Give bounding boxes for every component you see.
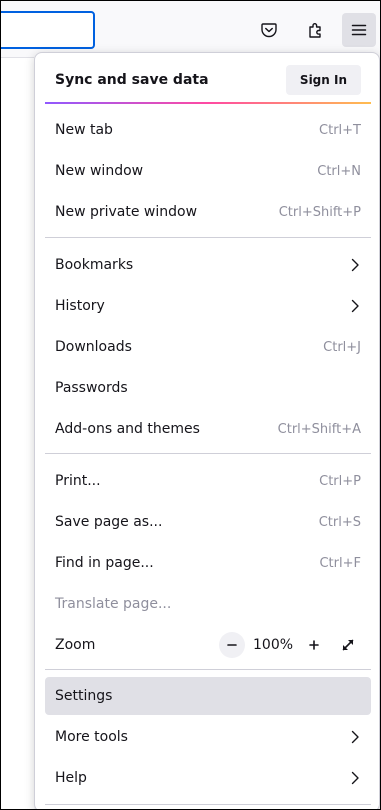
menu-item-label: Zoom (55, 637, 96, 653)
app-menu-button[interactable] (342, 13, 376, 47)
menu-item-downloads[interactable]: Downloads Ctrl+J (45, 328, 371, 366)
pocket-button[interactable] (252, 13, 286, 47)
zoom-out-button[interactable] (219, 632, 245, 658)
menu-item-find-in-page[interactable]: Find in page... Ctrl+F (45, 544, 371, 582)
app-menu-panel: Sync and save data Sign In New tab Ctrl+… (34, 52, 380, 809)
browser-window: Sync and save data Sign In New tab Ctrl+… (0, 0, 381, 810)
minus-icon (227, 644, 237, 646)
menu-item-label: Find in page... (55, 555, 154, 571)
separator (45, 453, 371, 454)
shortcut-label: Ctrl+P (319, 473, 361, 489)
hamburger-menu-icon (351, 24, 367, 36)
menu-item-label: Translate page... (55, 596, 172, 612)
chevron-right-icon (349, 771, 361, 785)
extensions-button[interactable] (299, 13, 333, 47)
menu-item-label: More tools (55, 729, 128, 745)
menu-item-add-ons-and-themes[interactable]: Add-ons and themes Ctrl+Shift+A (45, 410, 371, 448)
menu-item-label: Help (55, 770, 87, 786)
menu-item-new-private-window[interactable]: New private window Ctrl+Shift+P (45, 193, 371, 231)
zoom-controls: 100% (219, 632, 361, 658)
menu-item-label: New tab (55, 122, 113, 138)
sync-gradient-divider (45, 102, 371, 104)
separator (45, 804, 371, 805)
menu-item-label: New window (55, 163, 144, 179)
page-content-area (1, 57, 34, 809)
menu-item-label: New private window (55, 204, 198, 220)
zoom-in-button[interactable] (301, 632, 327, 658)
sign-in-button[interactable]: Sign In (285, 65, 361, 95)
menu-item-save-page-as[interactable]: Save page as... Ctrl+S (45, 503, 371, 541)
zoom-reset-button[interactable]: 100% (253, 637, 293, 653)
menu-item-more-tools[interactable]: More tools (45, 718, 371, 756)
menu-item-label: History (55, 298, 105, 314)
shortcut-label: Ctrl+T (319, 122, 361, 138)
chevron-right-icon (349, 730, 361, 744)
fullscreen-icon (342, 639, 354, 651)
menu-item-passwords[interactable]: Passwords (45, 369, 371, 407)
shortcut-label: Ctrl+S (318, 514, 361, 530)
shortcut-label: Ctrl+J (323, 339, 361, 355)
menu-item-label: Passwords (55, 380, 128, 396)
shortcut-label: Ctrl+F (319, 555, 361, 571)
extensions-icon (309, 23, 321, 38)
menu-item-label: Bookmarks (55, 257, 134, 273)
separator (45, 669, 371, 670)
menu-item-print[interactable]: Print... Ctrl+P (45, 462, 371, 500)
fullscreen-button[interactable] (335, 632, 361, 658)
menu-item-settings[interactable]: Settings (45, 677, 371, 715)
separator (45, 237, 371, 238)
shortcut-label: Ctrl+Shift+A (277, 421, 361, 437)
menu-item-new-window[interactable]: New window Ctrl+N (45, 152, 371, 190)
menu-item-label: Print... (55, 473, 101, 489)
menu-item-label: Settings (55, 688, 113, 704)
menu-item-zoom: Zoom 100% (45, 626, 371, 664)
menu-item-bookmarks[interactable]: Bookmarks (45, 246, 371, 284)
chevron-right-icon (349, 258, 361, 272)
menu-item-translate-page: Translate page... (45, 585, 371, 623)
sync-label: Sync and save data (55, 72, 209, 88)
shortcut-label: Ctrl+N (317, 163, 361, 179)
menu-item-label: Downloads (55, 339, 132, 355)
plus-icon (309, 640, 319, 650)
chevron-right-icon (349, 299, 361, 313)
toolbar (1, 1, 380, 57)
menu-item-history[interactable]: History (45, 287, 371, 325)
sync-row: Sync and save data Sign In (45, 61, 371, 99)
address-bar[interactable] (1, 11, 95, 49)
menu-item-label: Add-ons and themes (55, 421, 200, 437)
menu-item-new-tab[interactable]: New tab Ctrl+T (45, 111, 371, 149)
shortcut-label: Ctrl+Shift+P (278, 204, 361, 220)
menu-item-help[interactable]: Help (45, 759, 371, 797)
pocket-icon (261, 23, 277, 38)
menu-item-label: Save page as... (55, 514, 163, 530)
